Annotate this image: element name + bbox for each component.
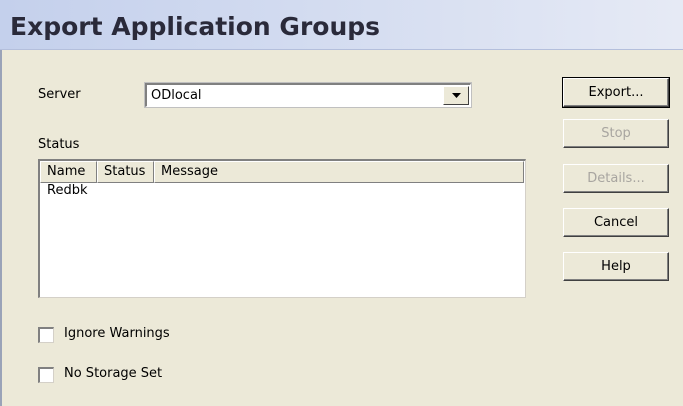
ignore-warnings-label[interactable]: Ignore Warnings <box>64 326 170 341</box>
server-dropdown[interactable]: ODlocal <box>144 82 472 108</box>
chevron-down-icon <box>452 93 461 98</box>
no-storage-set-checkbox[interactable] <box>38 367 54 383</box>
column-header-message[interactable]: Message <box>154 161 524 183</box>
column-header-name[interactable]: Name <box>40 161 97 183</box>
column-header-status[interactable]: Status <box>97 161 154 183</box>
server-dropdown-value: ODlocal <box>151 88 202 103</box>
status-list-header: Name Status Message <box>40 161 524 183</box>
cancel-button[interactable]: Cancel <box>563 208 669 237</box>
help-button[interactable]: Help <box>563 252 669 281</box>
server-label: Server <box>38 87 81 102</box>
details-button: Details... <box>563 164 669 193</box>
status-list-rows: Redbk <box>40 183 87 201</box>
status-list[interactable]: Name Status Message Redbk <box>38 159 526 298</box>
ignore-warnings-checkbox[interactable] <box>38 327 54 343</box>
list-item[interactable]: Redbk <box>40 183 87 201</box>
status-label: Status <box>38 137 80 152</box>
dropdown-arrow-button[interactable] <box>443 86 469 105</box>
export-button[interactable]: Export... <box>562 77 670 108</box>
window-title: Export Application Groups <box>10 12 381 41</box>
title-bar: Export Application Groups <box>0 0 683 50</box>
stop-button: Stop <box>563 119 669 148</box>
no-storage-set-label[interactable]: No Storage Set <box>64 366 162 381</box>
